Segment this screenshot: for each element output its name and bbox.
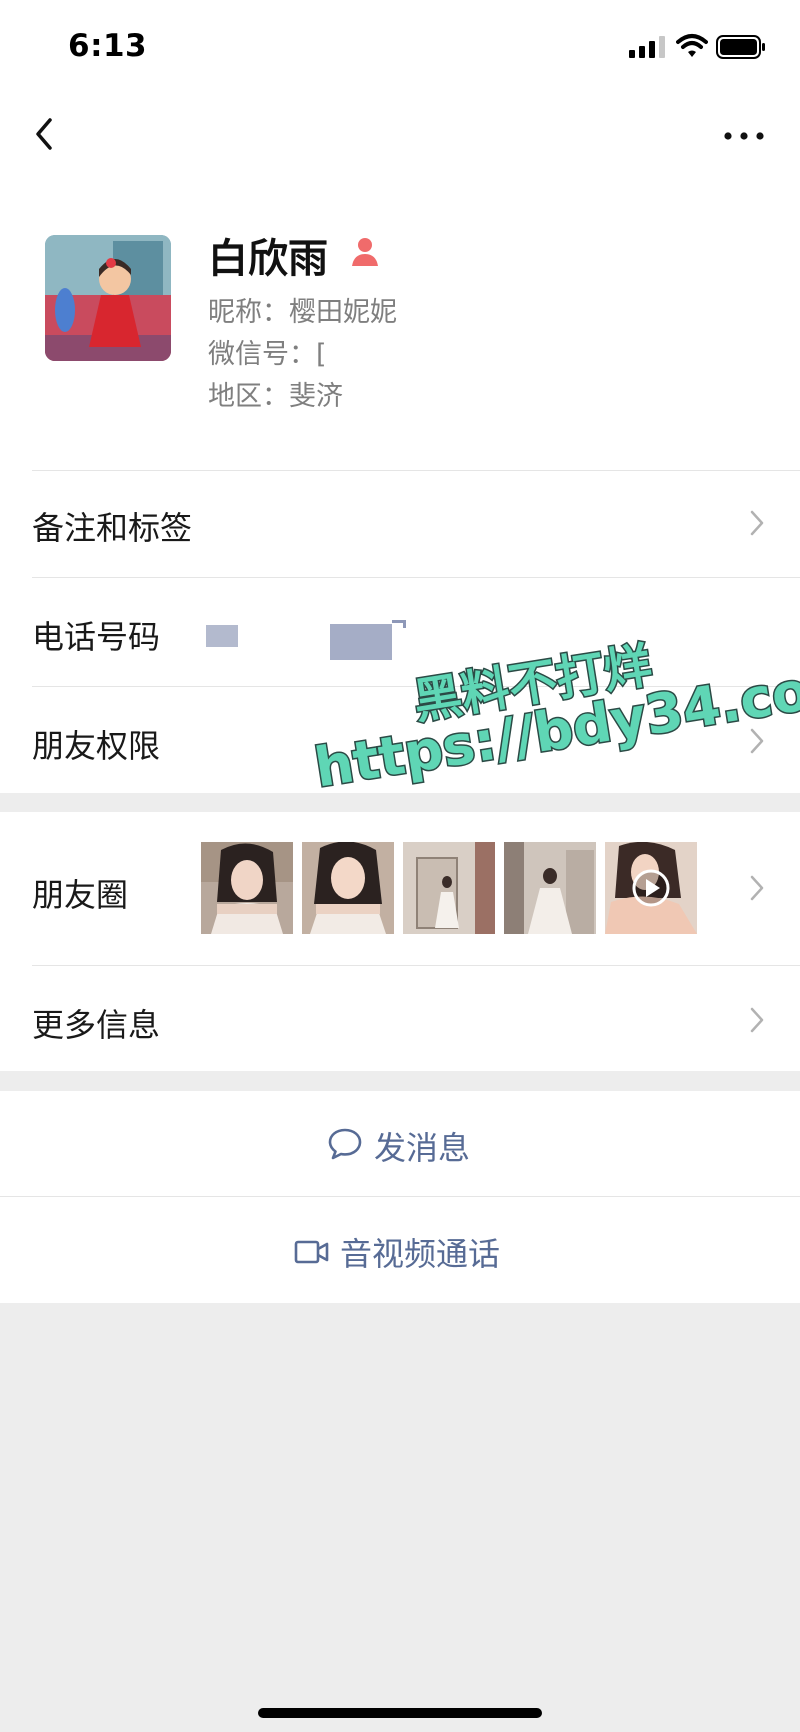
region-line: 地区：斐济: [208, 381, 343, 412]
send-message-button[interactable]: 发消息: [0, 1091, 800, 1196]
moments-thumbnail[interactable]: [504, 842, 596, 934]
moments-label: 朋友圈: [32, 876, 129, 914]
send-message-label: 发消息: [374, 1129, 471, 1167]
more-info-label: 更多信息: [32, 1006, 161, 1044]
chat-bubble-icon: [328, 1128, 362, 1160]
phone-label: 电话号码: [32, 618, 161, 656]
more-info-row[interactable]: 更多信息: [0, 966, 800, 1071]
signal-icon: [629, 36, 665, 58]
chevron-right-icon: [750, 875, 764, 901]
wechat-id-line: 微信号：[: [208, 339, 327, 370]
female-icon: [352, 238, 378, 266]
wifi-icon: [676, 34, 708, 57]
video-call-label: 音视频通话: [340, 1235, 501, 1273]
avatar[interactable]: [45, 235, 171, 361]
avatar-image: [45, 235, 171, 361]
video-call-button[interactable]: 音视频通话: [0, 1197, 800, 1303]
chevron-right-icon: [750, 510, 764, 536]
home-indicator: [258, 1708, 542, 1718]
phone-number-redacted: [206, 625, 238, 647]
nickname-line: 昵称：樱田妮妮: [208, 297, 397, 328]
status-time: 6:13: [68, 28, 148, 64]
back-button[interactable]: [28, 112, 58, 156]
moments-thumbnail[interactable]: [403, 842, 495, 934]
profile-name: 白欣雨: [208, 236, 328, 282]
battery-icon: [716, 35, 765, 59]
moments-video-thumbnail[interactable]: [605, 842, 697, 934]
video-camera-icon: [294, 1240, 329, 1264]
remarks-tags-row[interactable]: 备注和标签: [0, 471, 800, 576]
remarks-tags-label: 备注和标签: [32, 509, 193, 547]
chevron-right-icon: [750, 1007, 764, 1033]
moments-thumbnail[interactable]: [201, 842, 293, 934]
moments-thumbnail[interactable]: [302, 842, 394, 934]
status-bar: 6:13: [0, 0, 800, 96]
phone-number-redacted: [392, 620, 406, 628]
friend-permissions-label: 朋友权限: [32, 727, 161, 765]
more-options-button[interactable]: [722, 122, 766, 150]
